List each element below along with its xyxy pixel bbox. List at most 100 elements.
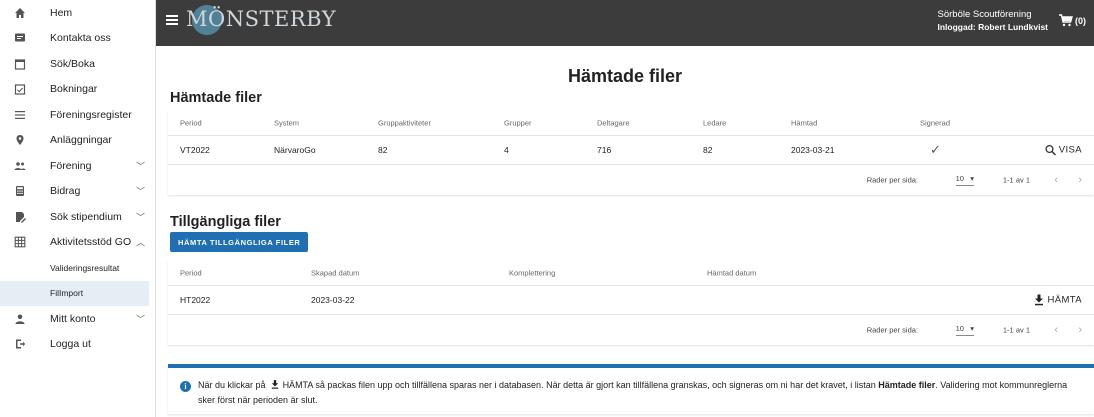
hamta-tillgangliga-button[interactable]: HÄMTA TILLGÄNGLIGA FILER (170, 232, 309, 252)
sidebar-item-label: Föreningsregister (50, 108, 132, 121)
cell-period: HT2022 (180, 295, 211, 305)
sidebar-item-label: Bidrag (50, 185, 81, 198)
info-action: HÄMTA (282, 380, 313, 390)
sidebar-item-bidrag[interactable]: Bidrag ﹀ (0, 179, 155, 205)
hamtade-table: Period System Gruppaktiviteter Grupper D… (168, 110, 1094, 195)
table-pagination: Rader per sida: 10 ▾ 1-1 av 1 ‹ › (168, 165, 1094, 195)
sidebar-subitem-filimport[interactable]: FilImport (0, 280, 149, 306)
column-header: Deltagare (597, 118, 630, 127)
sidebar-item-label: Förening (50, 159, 92, 172)
download-icon (271, 380, 279, 389)
list-icon (12, 107, 28, 123)
visa-button[interactable]: VISA (1045, 145, 1082, 156)
visa-label: VISA (1058, 144, 1082, 156)
sidebar-item-kontakta[interactable]: Kontakta oss (0, 26, 155, 52)
sidebar-item-label: Anläggningar (50, 134, 112, 147)
dropdown-arrow-icon: ▾ (970, 324, 974, 333)
column-header: Period (180, 118, 202, 127)
sidebar-item-mitt-konto[interactable]: Mitt konto ﹀ (0, 306, 155, 332)
calendar-check-icon (12, 81, 28, 97)
sidebar-item-label: Aktivitetsstöd GO (50, 236, 132, 249)
menu-icon[interactable] (166, 15, 178, 25)
section-title-tillgangliga: Tillgängliga filer (170, 214, 281, 230)
sidebar-item-label: Hem (50, 6, 73, 19)
message-icon (12, 30, 28, 46)
column-header: System (274, 118, 300, 127)
cell-ledare: 82 (703, 145, 713, 155)
rows-per-page-label: Rader per sida: (866, 325, 918, 335)
sidebar-item-logga-ut[interactable]: Logga ut (0, 332, 155, 358)
column-header: Komplettering (509, 268, 556, 277)
tillgangliga-table: Period Skapad datum Komplettering Hämtad… (168, 260, 1094, 345)
prev-page-icon[interactable]: ‹ (1054, 174, 1058, 186)
sidebar-item-label: Sök/Boka (50, 57, 95, 70)
sidebar-item-sok-stipendium[interactable]: Sök stipendium ﹀ (0, 204, 155, 230)
chevron-down-icon: ﹀ (135, 212, 145, 223)
rows-per-page-select[interactable]: 10 ▾ (955, 324, 974, 336)
column-header: Ledare (703, 118, 727, 127)
column-header: Skapad datum (311, 268, 360, 277)
sidebar-subitem-valideringsresultat[interactable]: Valideringsresultat (0, 255, 155, 281)
column-header: Gruppaktiviteter (378, 118, 431, 127)
cell-deltagare: 716 (597, 145, 612, 155)
sidebar-item-anlaggningar[interactable]: Anläggningar (0, 128, 155, 154)
info-bold: Hämtade filer (878, 380, 936, 390)
download-icon (1035, 294, 1044, 306)
home-icon (12, 5, 28, 21)
page-range: 1-1 av 1 (1002, 175, 1030, 185)
sidebar: Hem Kontakta oss Sök/Boka Bokningar Före… (0, 0, 156, 417)
info-text-2: så packas filen upp och tillfällena spar… (315, 380, 876, 390)
next-page-icon[interactable]: › (1078, 324, 1082, 336)
rows-per-page-value: 10 (955, 174, 964, 183)
sidebar-item-bokningar[interactable]: Bokningar (0, 77, 155, 103)
page-title: Hämtade filer (567, 66, 683, 86)
main-content: Hämtade filer Hämtade filer Period Syste… (156, 46, 1094, 417)
edit-document-icon (12, 209, 28, 225)
cell-system: NärvaroGo (274, 145, 316, 155)
dropdown-arrow-icon: ▾ (970, 174, 974, 183)
calendar-icon (12, 56, 28, 72)
cell-gruppaktiviteter: 82 (378, 145, 388, 155)
column-header: Hämtad datum (707, 268, 757, 277)
column-header: Hämtad (791, 118, 818, 127)
table-pagination: Rader per sida: 10 ▾ 1-1 av 1 ‹ › (168, 315, 1094, 345)
person-icon (12, 311, 28, 327)
hamta-label: HÄMTA (1047, 294, 1082, 306)
sidebar-item-label: Kontakta oss (50, 32, 111, 45)
grid-icon (12, 234, 28, 250)
logo[interactable]: MÖNSTERBY (186, 7, 336, 31)
rows-per-page-select[interactable]: 10 ▾ (955, 174, 974, 186)
next-page-icon[interactable]: › (1078, 174, 1082, 186)
sidebar-item-foreningsregister[interactable]: Föreningsregister (0, 102, 155, 128)
column-header: Period (180, 268, 202, 277)
table-row: HT2022 2023-03-22 HÄMTA (168, 286, 1094, 315)
table-row: VT2022 NärvaroGo 82 4 716 82 2023-03-21 … (168, 136, 1094, 165)
location-pin-icon (12, 132, 28, 148)
hamta-button[interactable]: HÄMTA (1034, 294, 1082, 306)
search-icon (1045, 144, 1056, 156)
chevron-down-icon: ﹀ (135, 161, 145, 172)
logout-icon (12, 336, 28, 352)
table-header: Period Skapad datum Komplettering Hämtad… (168, 260, 1094, 286)
sidebar-item-sok-boka[interactable]: Sök/Boka (0, 51, 155, 77)
info-banner: i När du klickar på HÄMTA så packas file… (168, 364, 1094, 414)
top-bar: MÖNSTERBY Sörböle Scoutförening Inloggad… (156, 0, 1094, 46)
sidebar-item-forening[interactable]: Förening ﹀ (0, 153, 155, 179)
sidebar-item-hem[interactable]: Hem (0, 0, 155, 26)
user-info[interactable]: Sörböle Scoutförening Inloggad: Robert L… (938, 8, 1049, 34)
table-header: Period System Gruppaktiviteter Grupper D… (168, 110, 1094, 136)
organization-name: Sörböle Scoutförening (937, 9, 1032, 20)
sidebar-item-label: FilImport (50, 288, 84, 299)
sidebar-item-label: Sök stipendium (50, 210, 122, 223)
section-title-hamtade: Hämtade filer (170, 90, 262, 106)
column-header: Grupper (504, 118, 532, 127)
cell-skapad-datum: 2023-03-22 (311, 295, 355, 305)
cart-button[interactable]: (0) (1059, 14, 1086, 27)
chevron-up-icon: ︿ (135, 237, 145, 248)
sidebar-item-aktivitetsstod-go[interactable]: Aktivitetsstöd GO ︿ (0, 230, 155, 256)
column-header: Signerad (920, 118, 951, 127)
sidebar-item-label: Bokningar (50, 83, 98, 96)
cart-icon (1059, 14, 1073, 27)
prev-page-icon[interactable]: ‹ (1054, 324, 1058, 336)
info-text-1: När du klickar på (198, 380, 266, 390)
